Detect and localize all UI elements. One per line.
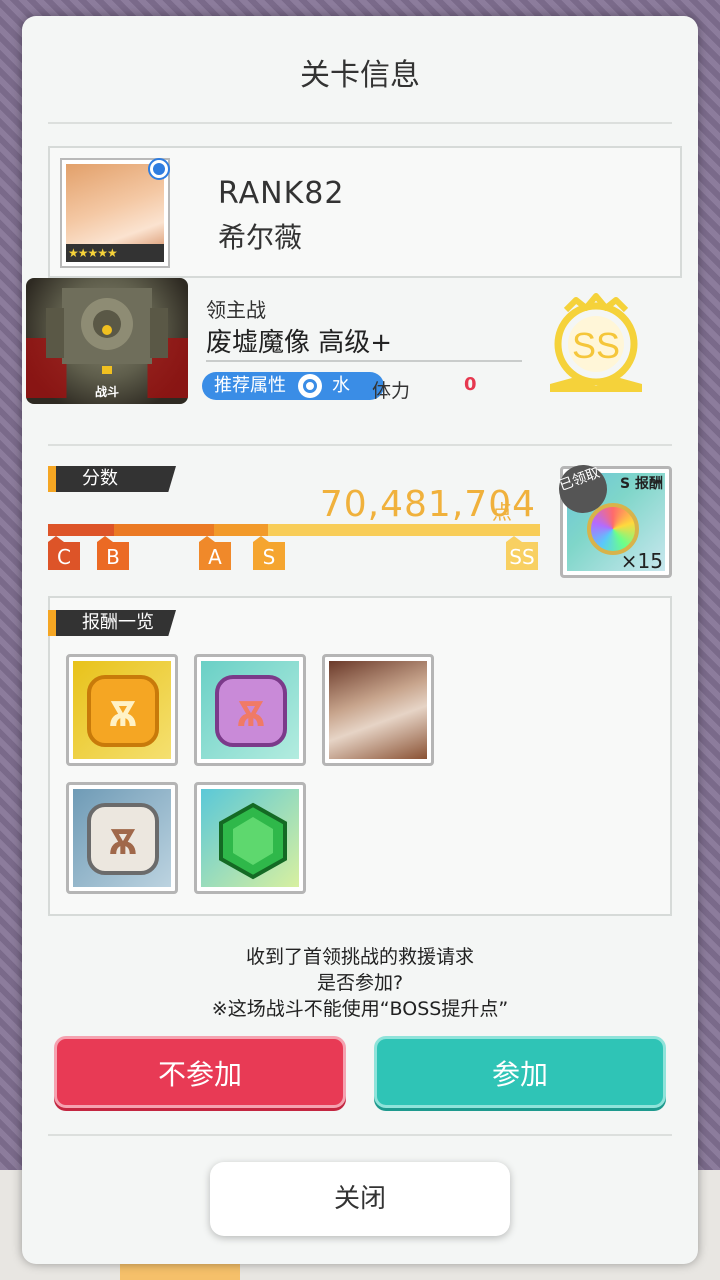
avatar[interactable]: ★★★★★ bbox=[60, 158, 170, 268]
purple-medal-icon: Ѫ bbox=[215, 675, 287, 747]
avatar-stars: ★★★★★ bbox=[66, 244, 164, 262]
boss-name-underline bbox=[206, 360, 522, 362]
rainbow-gem-icon bbox=[587, 503, 639, 555]
reward-item-character[interactable] bbox=[322, 654, 434, 766]
score-bar-c-segment bbox=[48, 524, 114, 536]
ss-badge-text: SS bbox=[572, 325, 620, 366]
score-section-tag: 分数 bbox=[48, 466, 176, 492]
title-divider bbox=[48, 122, 672, 124]
boss-type: 领主战 bbox=[206, 298, 266, 322]
dialog-title: 关卡信息 bbox=[300, 58, 420, 93]
avatar-image: ★★★★★ bbox=[66, 164, 164, 262]
gold-medal-icon: Ѫ bbox=[87, 675, 159, 747]
stamina-value: 0 bbox=[464, 374, 477, 395]
reward-section-tag: 报酬一览 bbox=[48, 610, 176, 636]
score-unit: 点 bbox=[492, 500, 512, 524]
battle-label: 战斗 bbox=[94, 385, 119, 399]
grade-s-marker: S bbox=[253, 536, 285, 570]
ss-rank-badge-icon: SS bbox=[550, 293, 642, 392]
water-attribute-icon bbox=[298, 374, 322, 398]
online-indicator-icon bbox=[148, 158, 170, 180]
rescue-message-line2: 是否参加? bbox=[316, 972, 404, 994]
attribute-value: 水 bbox=[332, 375, 350, 396]
requester-card: ★★★★★ RANK82 希尔薇 bbox=[48, 146, 682, 278]
character-portrait-icon bbox=[329, 661, 427, 759]
score-bar-a-segment bbox=[214, 524, 268, 536]
stamina-label: 体力 bbox=[372, 380, 411, 402]
grade-b-marker: B bbox=[97, 536, 129, 570]
rescue-message-line1: 收到了首领挑战的救援请求 bbox=[245, 946, 474, 968]
boss-divider bbox=[48, 444, 672, 446]
ss-reward-quantity: ×15 bbox=[620, 549, 663, 573]
player-name: 希尔薇 bbox=[218, 221, 303, 254]
reward-item-purple-medal[interactable]: Ѫ bbox=[194, 654, 306, 766]
grade-c-marker: C bbox=[48, 536, 80, 570]
reward-item-silver-medal[interactable]: Ѫ bbox=[66, 782, 178, 894]
green-gem-icon bbox=[219, 802, 287, 880]
ss-reward-item[interactable]: S 报酬 已领取 ×15 bbox=[552, 458, 672, 578]
rescue-message-note: ※这场战斗不能使用“BOSS提升点” bbox=[211, 998, 509, 1020]
grade-a-marker: A bbox=[199, 536, 231, 570]
player-rank: RANK82 bbox=[218, 176, 345, 211]
decline-button[interactable]: 不参加 bbox=[54, 1036, 346, 1108]
reward-item-gold-medal[interactable]: Ѫ bbox=[66, 654, 178, 766]
close-button[interactable]: 关闭 bbox=[210, 1162, 510, 1236]
score-progress-bar bbox=[48, 524, 540, 536]
footer-divider bbox=[48, 1134, 672, 1136]
score-bar-s-segment bbox=[268, 524, 540, 536]
ss-reward-label: S 报酬 bbox=[620, 476, 663, 492]
attribute-label: 推荐属性 bbox=[214, 375, 286, 396]
boss-name: 废墟魔像 高级+ bbox=[206, 328, 393, 358]
recommended-attribute-pill: 推荐属性 水 bbox=[202, 372, 384, 400]
boss-image[interactable]: 战斗 bbox=[26, 278, 188, 404]
score-bar-b-segment bbox=[114, 524, 214, 536]
grade-ss-marker: SS bbox=[506, 536, 538, 570]
silver-medal-icon: Ѫ bbox=[87, 803, 159, 875]
reward-item-green-gem[interactable] bbox=[194, 782, 306, 894]
join-button[interactable]: 参加 bbox=[374, 1036, 666, 1108]
